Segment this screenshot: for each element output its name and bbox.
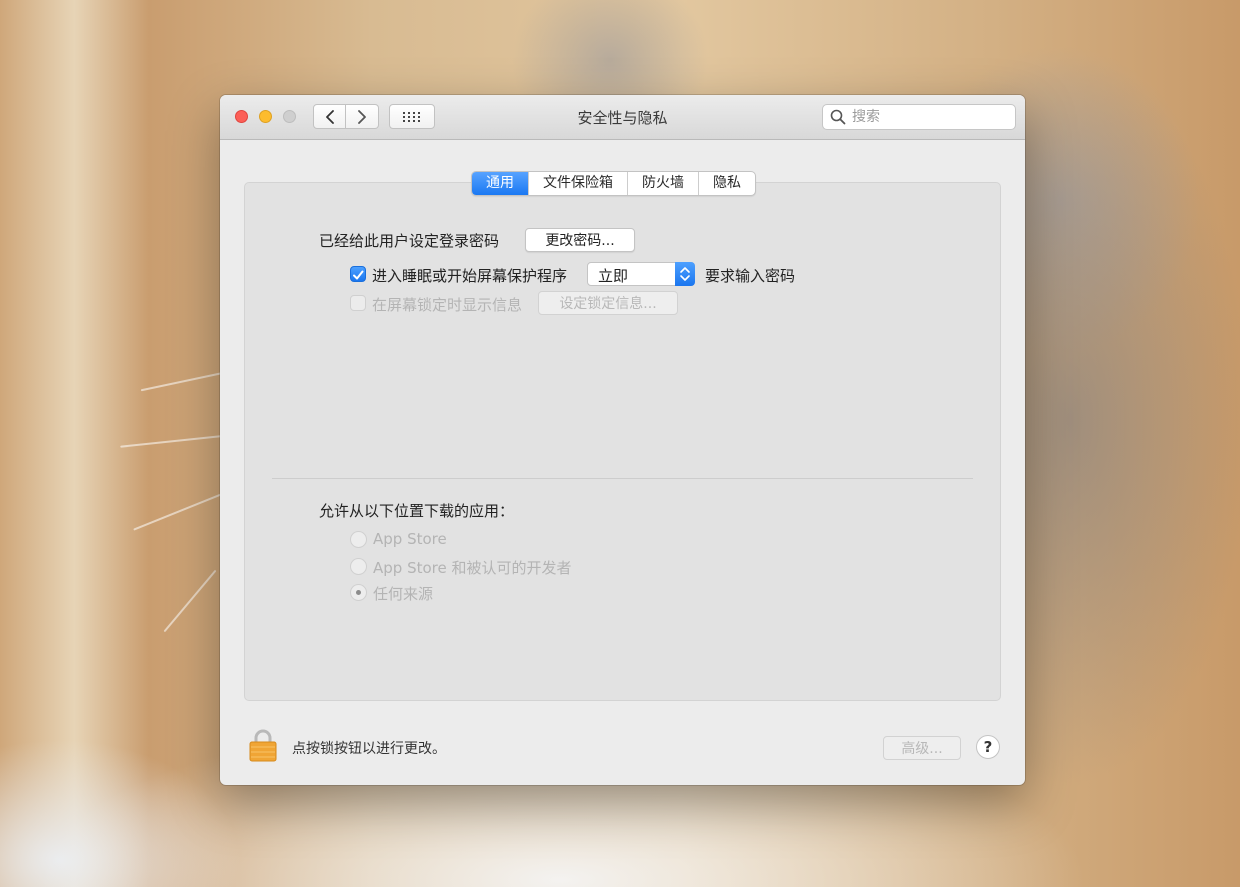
password-delay-value: 立即	[598, 267, 629, 285]
radio-selected-dot	[356, 590, 361, 595]
search-field[interactable]	[822, 104, 1016, 130]
section-divider	[272, 478, 973, 479]
require-password-checkbox[interactable]	[350, 266, 366, 282]
tab-general[interactable]: 通用	[472, 172, 528, 195]
tab-bar: 通用 文件保险箱 防火墙 隐私	[471, 171, 756, 196]
show-message-label: 在屏幕锁定时显示信息	[372, 296, 523, 314]
general-tab-panel	[244, 182, 1001, 701]
password-delay-popup[interactable]: 立即	[587, 262, 695, 286]
lock-button[interactable]	[249, 728, 277, 766]
password-set-label: 已经给此用户设定登录密码	[319, 232, 500, 250]
tab-filevault[interactable]: 文件保险箱	[528, 172, 627, 195]
help-button[interactable]: ?	[976, 735, 1000, 759]
popup-arrows-icon	[675, 262, 695, 286]
radio-anywhere[interactable]	[350, 584, 367, 601]
radio-anywhere-label: 任何来源	[373, 585, 434, 603]
require-password-label: 进入睡眠或开始屏幕保护程序	[372, 267, 568, 285]
tab-firewall[interactable]: 防火墙	[627, 172, 698, 195]
lock-status-text: 点按锁按钮以进行更改。	[292, 741, 446, 757]
lock-icon	[249, 729, 277, 762]
radio-app-store[interactable]	[350, 531, 367, 548]
title-bar[interactable]: 安全性与隐私	[220, 95, 1025, 140]
set-lock-message-button[interactable]: 设定锁定信息...	[538, 291, 678, 315]
radio-app-store-identified[interactable]	[350, 558, 367, 575]
security-privacy-window: 安全性与隐私 通用 文件保险箱 防火墙 隐私 已经给此用户设定登录密码 更改密码…	[220, 95, 1025, 785]
search-icon	[830, 109, 846, 125]
show-message-checkbox[interactable]	[350, 295, 366, 311]
wallpaper-detail	[163, 569, 217, 633]
wallpaper-detail	[133, 491, 227, 531]
change-password-button[interactable]: 更改密码...	[525, 228, 635, 252]
radio-app-store-identified-label: App Store 和被认可的开发者	[373, 559, 572, 577]
wallpaper-detail	[120, 434, 230, 448]
advanced-button[interactable]: 高级...	[883, 736, 961, 760]
radio-app-store-label: App Store	[373, 530, 447, 548]
search-input[interactable]	[850, 108, 1004, 126]
checkmark-icon	[353, 270, 364, 280]
tab-privacy[interactable]: 隐私	[698, 172, 755, 195]
require-password-suffix: 要求输入密码	[705, 267, 796, 285]
downloads-label: 允许从以下位置下载的应用：	[319, 502, 515, 520]
wallpaper-detail	[140, 370, 230, 392]
